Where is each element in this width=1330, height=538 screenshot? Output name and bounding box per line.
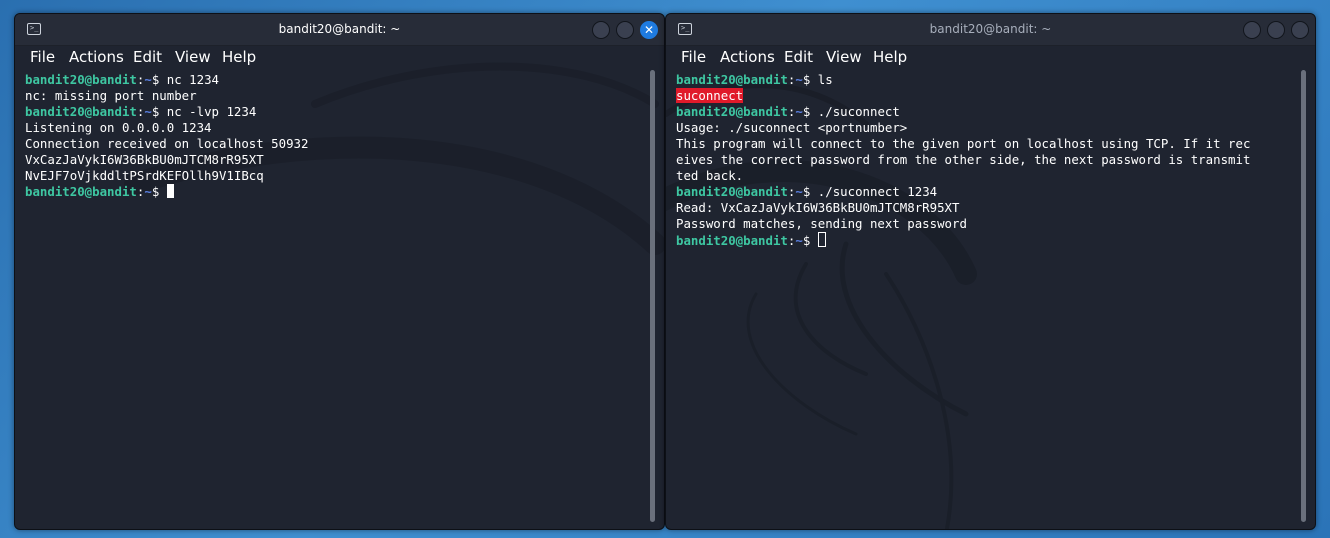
terminal-output[interactable]: bandit20@bandit:~$ ls suconnect bandit20… — [676, 72, 1297, 529]
terminal-line: eives the correct password from the othe… — [676, 152, 1251, 167]
terminal-cursor — [817, 232, 826, 247]
terminal-line: bandit20@bandit:~$ ./suconnect — [676, 104, 900, 119]
terminal-line: bandit20@bandit:~$ nc 1234 — [25, 72, 219, 87]
menubar: File Actions Edit View Help — [15, 46, 664, 68]
titlebar[interactable]: >_ bandit20@bandit: ~ ✕ — [15, 14, 664, 46]
terminal-line: nc: missing port number — [25, 88, 197, 103]
titlebar[interactable]: >_ bandit20@bandit: ~ — [666, 14, 1315, 46]
terminal-line: suconnect — [676, 88, 1297, 104]
menu-view[interactable]: View — [175, 48, 211, 66]
menu-view[interactable]: View — [826, 48, 862, 66]
terminal-line: This program will connect to the given p… — [676, 136, 1251, 151]
close-icon: ✕ — [643, 23, 655, 37]
maximize-button[interactable] — [616, 21, 634, 39]
terminal-output[interactable]: bandit20@bandit:~$ nc 1234 nc: missing p… — [25, 72, 646, 529]
highlighted-filename: suconnect — [676, 88, 744, 103]
close-button[interactable]: ✕ — [640, 21, 658, 39]
terminal-line: bandit20@bandit:~$ ./suconnect 1234 — [676, 184, 938, 199]
scrollbar[interactable] — [650, 70, 655, 522]
close-button[interactable] — [1291, 21, 1309, 39]
maximize-button[interactable] — [1267, 21, 1285, 39]
menu-file[interactable]: File — [30, 48, 55, 66]
terminal-window-left[interactable]: >_ bandit20@bandit: ~ ✕ File Actions Edi… — [14, 13, 665, 530]
terminal-line: Password matches, sending next password — [676, 216, 967, 231]
terminal-line: ted back. — [676, 168, 744, 183]
menu-actions[interactable]: Actions — [69, 48, 124, 66]
window-title: bandit20@bandit: ~ — [278, 22, 401, 36]
terminal-line: Read: VxCazJaVykI6W36BkBU0mJTCM8rR95XT — [676, 200, 960, 215]
terminal-line: VxCazJaVykI6W36BkBU0mJTCM8rR95XT — [25, 152, 264, 167]
menu-edit[interactable]: Edit — [784, 48, 813, 66]
minimize-button[interactable] — [1243, 21, 1261, 39]
terminal-line: Usage: ./suconnect <portnumber> — [676, 120, 908, 135]
menubar: File Actions Edit View Help — [666, 46, 1315, 68]
terminal-line: NvEJF7oVjkddltPSrdKEFOllh9V1IBcq — [25, 168, 264, 183]
scrollbar[interactable] — [1301, 70, 1306, 522]
terminal-line: Listening on 0.0.0.0 1234 — [25, 120, 212, 135]
terminal-line: bandit20@bandit:~$ — [25, 184, 646, 200]
window-title: bandit20@bandit: ~ — [929, 22, 1052, 36]
menu-edit[interactable]: Edit — [133, 48, 162, 66]
minimize-button[interactable] — [592, 21, 610, 39]
terminal-line: bandit20@bandit:~$ — [676, 232, 1297, 248]
menu-help[interactable]: Help — [873, 48, 907, 66]
terminal-window-right[interactable]: >_ bandit20@bandit: ~ File Actions Edit … — [665, 13, 1316, 530]
terminal-line: bandit20@bandit:~$ nc -lvp 1234 — [25, 104, 257, 119]
terminal-cursor — [166, 184, 174, 198]
terminal-line: bandit20@bandit:~$ ls — [676, 72, 833, 87]
menu-help[interactable]: Help — [222, 48, 256, 66]
menu-actions[interactable]: Actions — [720, 48, 775, 66]
terminal-line: Connection received on localhost 50932 — [25, 136, 309, 151]
menu-file[interactable]: File — [681, 48, 706, 66]
